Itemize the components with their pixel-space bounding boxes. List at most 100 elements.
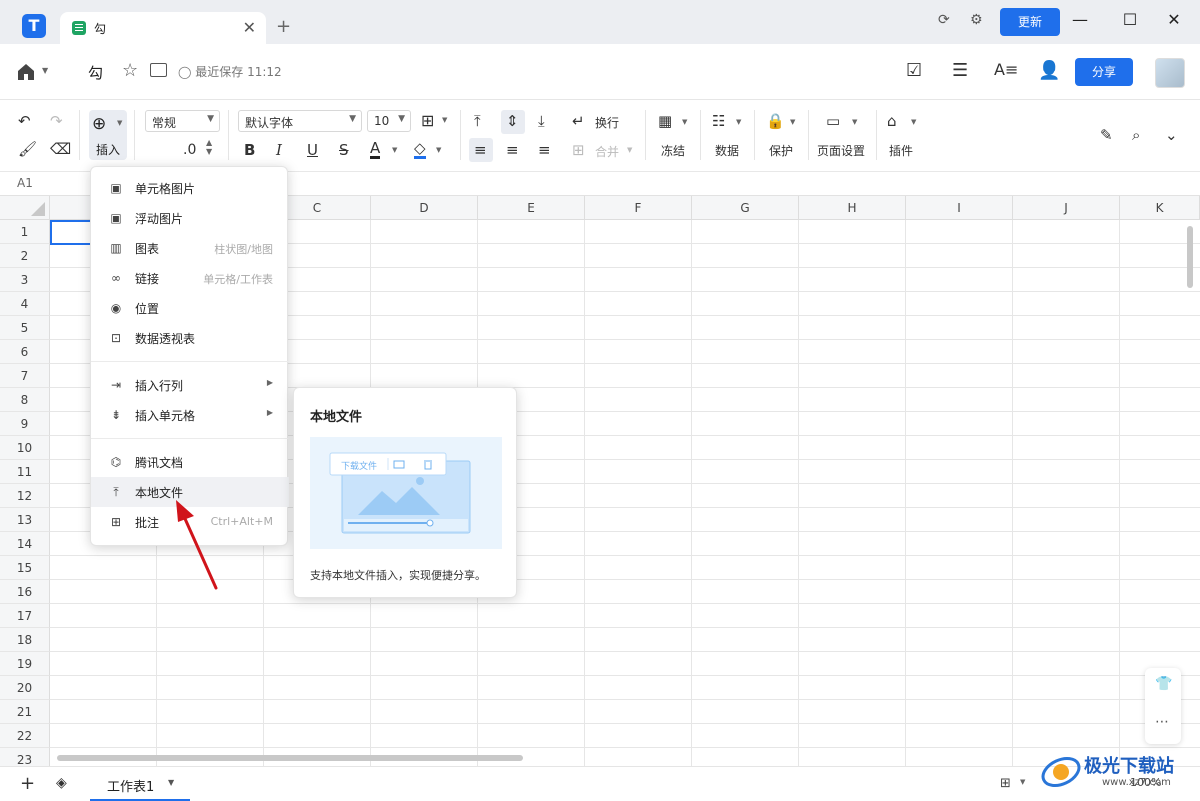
app-logo-icon[interactable]: T: [22, 14, 46, 38]
sheet-tab[interactable]: 工作表1 ▼: [90, 767, 190, 801]
document-tab[interactable]: 勾 ✕: [60, 12, 266, 44]
menu-item-tencent-docs[interactable]: ⌬ 腾讯文档: [91, 447, 289, 477]
chevron-down-icon[interactable]: ▼: [436, 146, 441, 154]
share-button[interactable]: 分享: [1075, 58, 1133, 86]
row-header[interactable]: 9: [0, 412, 50, 436]
select-all-corner[interactable]: [0, 196, 50, 220]
menu-item-link[interactable]: ∞ 链接 单元格/工作表: [91, 263, 289, 293]
row-header[interactable]: 15: [0, 556, 50, 580]
column-header[interactable]: G: [692, 196, 799, 220]
merge-cells-label[interactable]: 合并: [595, 143, 619, 160]
row-header[interactable]: 6: [0, 340, 50, 364]
redo-icon[interactable]: ↷: [50, 112, 63, 130]
more-icon[interactable]: ⋯: [1155, 714, 1169, 730]
row-header[interactable]: 2: [0, 244, 50, 268]
lock-icon[interactable]: 🔒: [766, 112, 785, 130]
row-header[interactable]: 19: [0, 652, 50, 676]
bold-icon[interactable]: B: [244, 141, 255, 159]
data-label[interactable]: 数据: [715, 142, 739, 159]
row-header[interactable]: 18: [0, 628, 50, 652]
row-header[interactable]: 3: [0, 268, 50, 292]
update-button[interactable]: 更新: [1000, 8, 1060, 36]
fill-color-icon[interactable]: ◇: [414, 141, 426, 159]
align-right-icon[interactable]: ≡: [538, 141, 551, 159]
protect-label[interactable]: 保护: [769, 142, 793, 159]
borders-icon[interactable]: ⊞: [421, 111, 434, 130]
menu-item-insert-row-col[interactable]: ⇥ 插入行列 ▶: [91, 370, 289, 400]
column-header[interactable]: K: [1120, 196, 1200, 220]
brush-tool-icon[interactable]: ✎: [1100, 126, 1113, 144]
horizontal-scrollbar[interactable]: [57, 755, 523, 761]
minimize-button[interactable]: —: [1070, 10, 1090, 29]
row-header[interactable]: 8: [0, 388, 50, 412]
align-left-icon[interactable]: ≡: [474, 141, 487, 159]
font-size-select[interactable]: 10 ▼: [367, 110, 411, 132]
number-format-select[interactable]: 常规 ▼: [145, 110, 220, 132]
row-header[interactable]: 1: [0, 220, 50, 244]
vertical-scrollbar[interactable]: [1187, 226, 1193, 288]
chevron-down-icon[interactable]: ▼: [911, 118, 916, 126]
row-header[interactable]: 4: [0, 292, 50, 316]
menu-item-location[interactable]: ◉ 位置: [91, 293, 289, 323]
chevron-down-icon[interactable]: ▼: [736, 118, 741, 126]
sheet-list-icon[interactable]: ◈: [56, 775, 67, 791]
row-header[interactable]: 12: [0, 484, 50, 508]
wrap-text-label[interactable]: 换行: [595, 114, 619, 131]
row-header[interactable]: 17: [0, 604, 50, 628]
plugin-icon[interactable]: ⌂: [887, 112, 897, 130]
align-center-icon[interactable]: ≡: [506, 141, 519, 159]
column-header[interactable]: E: [478, 196, 585, 220]
chevron-down-icon[interactable]: ▼: [1020, 778, 1025, 786]
align-middle-icon[interactable]: ⇕: [506, 112, 519, 130]
chevron-down-icon[interactable]: ▼: [627, 146, 632, 154]
star-icon[interactable]: ☆: [122, 60, 138, 81]
column-header[interactable]: I: [906, 196, 1013, 220]
row-header[interactable]: 10: [0, 436, 50, 460]
collapse-toolbar-icon[interactable]: ⌄: [1165, 126, 1178, 144]
sync-icon[interactable]: ⟳: [938, 12, 950, 28]
text-style-icon[interactable]: A≡: [994, 60, 1018, 79]
add-collaborator-icon[interactable]: 👤: [1038, 60, 1060, 81]
menu-item-floating-image[interactable]: ▣ 浮动图片: [91, 203, 289, 233]
undo-icon[interactable]: ↶: [18, 112, 31, 130]
move-to-folder-icon[interactable]: [150, 63, 167, 77]
row-header[interactable]: 5: [0, 316, 50, 340]
home-menu-caret-icon[interactable]: ▼: [42, 66, 48, 75]
row-header[interactable]: 21: [0, 700, 50, 724]
merge-cells-icon[interactable]: ⊞: [572, 141, 585, 159]
row-header[interactable]: 11: [0, 460, 50, 484]
insert-button[interactable]: ⊕ ▼ 插入: [89, 110, 127, 160]
clear-format-icon[interactable]: ⌫: [50, 140, 71, 158]
column-header[interactable]: D: [371, 196, 478, 220]
freeze-icon[interactable]: ▦: [658, 112, 672, 130]
shirt-icon[interactable]: 👕: [1155, 676, 1172, 692]
page-setup-icon[interactable]: ▭: [826, 112, 840, 130]
add-sheet-button[interactable]: +: [20, 773, 35, 794]
align-top-icon[interactable]: ⤒: [474, 112, 481, 130]
row-header[interactable]: 23: [0, 748, 50, 766]
column-header[interactable]: J: [1013, 196, 1120, 220]
column-header[interactable]: F: [585, 196, 692, 220]
chevron-down-icon[interactable]: ▼: [682, 118, 687, 126]
chevron-down-icon[interactable]: ▼: [392, 146, 397, 154]
format-painter-icon[interactable]: 🖌: [18, 140, 37, 158]
underline-icon[interactable]: U: [307, 141, 318, 159]
column-header[interactable]: H: [799, 196, 906, 220]
chevron-down-icon[interactable]: ▼: [852, 118, 857, 126]
page-setup-label[interactable]: 页面设置: [817, 142, 865, 159]
decimal-stepper-icon[interactable]: ▲ ▼: [206, 138, 212, 156]
row-header[interactable]: 20: [0, 676, 50, 700]
plugin-label[interactable]: 插件: [889, 142, 913, 159]
wrap-text-icon[interactable]: ↵: [572, 112, 585, 130]
new-tab-button[interactable]: +: [276, 16, 291, 37]
align-bottom-icon[interactable]: ⤓: [538, 112, 545, 130]
avatar[interactable]: [1155, 58, 1185, 88]
row-header[interactable]: 7: [0, 364, 50, 388]
data-icon[interactable]: ☷: [712, 112, 725, 130]
menu-item-cell-image[interactable]: ▣ 单元格图片: [91, 173, 289, 203]
document-title[interactable]: 勾: [88, 62, 103, 83]
strikethrough-icon[interactable]: S: [339, 141, 349, 159]
menu-item-chart[interactable]: ▥ 图表 柱状图/地图: [91, 233, 289, 263]
home-icon[interactable]: [16, 62, 36, 82]
cell-reference[interactable]: A1: [17, 176, 33, 190]
